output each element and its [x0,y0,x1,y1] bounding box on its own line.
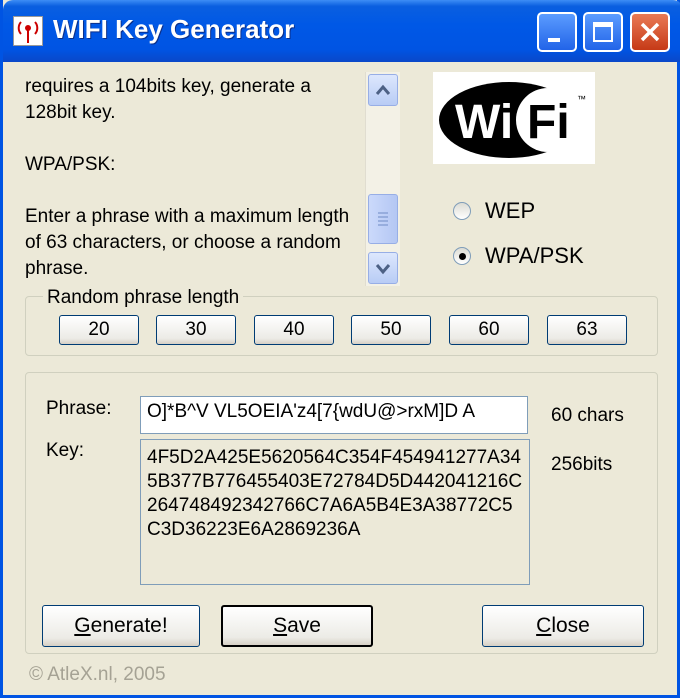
phrase-label: Phrase: [46,398,112,419]
generate-button-mnemonic: G [74,614,91,637]
help-text-line: requires a 104bits key, generate a 128bi… [25,76,311,123]
chevron-down-icon [375,264,391,275]
logo-text-fi: Fi [527,96,570,149]
save-button-mnemonic: S [273,614,288,637]
minimize-icon [548,38,560,42]
scroll-thumb[interactable] [368,194,398,244]
phrase-char-count: 60 chars [551,405,624,426]
generate-button[interactable]: Generate! [42,605,200,647]
minimize-button[interactable] [537,12,577,52]
generate-button-label: enerate! [90,614,168,637]
help-text: requires a 104bits key, generate a 128bi… [25,74,365,286]
help-text-line: WPA/PSK: [25,154,116,175]
save-button-label: ave [287,614,321,637]
close-window-button[interactable] [630,12,670,52]
title-bar[interactable]: WIFI Key Generator [3,0,680,62]
random-length-legend: Random phrase length [43,287,244,309]
close-button[interactable]: Close [482,605,644,647]
close-button-mnemonic: C [536,614,552,637]
help-scrollbar[interactable] [365,72,400,286]
app-window: WIFI Key Generator requires a 104bits ke… [0,0,680,698]
save-button[interactable]: Save [221,605,373,647]
wifi-antenna-icon[interactable] [13,16,43,46]
grip-icon [378,212,388,226]
scroll-down-button[interactable] [368,252,398,284]
phrase-input[interactable]: O]*B^V VL5OEIA'z4[7{wdU@>rxM]D A [140,396,528,434]
length-50-button[interactable]: 50 [351,315,431,345]
copyright-text: © AtleX.nl, 2005 [29,664,166,685]
key-output[interactable]: 4F5D2A425E5620564C354F454941277A345B377B… [140,439,530,585]
length-40-button[interactable]: 40 [254,315,334,345]
radio-wpa-psk-circle[interactable] [453,247,471,265]
logo-text-wi: Wi [455,96,513,149]
logo-trademark: ™ [577,94,586,104]
maximize-icon [593,22,613,42]
length-60-button[interactable]: 60 [449,315,529,345]
length-63-button[interactable]: 63 [547,315,627,345]
wifi-logo: Wi Fi ™ [433,72,595,164]
radio-wep-label[interactable]: WEP [485,198,535,224]
length-30-button[interactable]: 30 [156,315,236,345]
key-label: Key: [46,440,85,461]
length-20-button[interactable]: 20 [59,315,139,345]
close-icon [640,22,660,42]
chevron-up-icon [375,84,391,95]
maximize-button[interactable] [583,12,623,52]
help-text-line: Enter a phrase with a maximum length of … [25,206,350,279]
window-title: WIFI Key Generator [53,14,295,44]
radio-wep-circle[interactable] [453,202,471,220]
radio-wpa-psk-label[interactable]: WPA/PSK [485,243,584,269]
key-bit-length: 256bits [551,454,613,475]
close-button-label: lose [551,614,590,637]
scroll-up-button[interactable] [368,74,398,106]
